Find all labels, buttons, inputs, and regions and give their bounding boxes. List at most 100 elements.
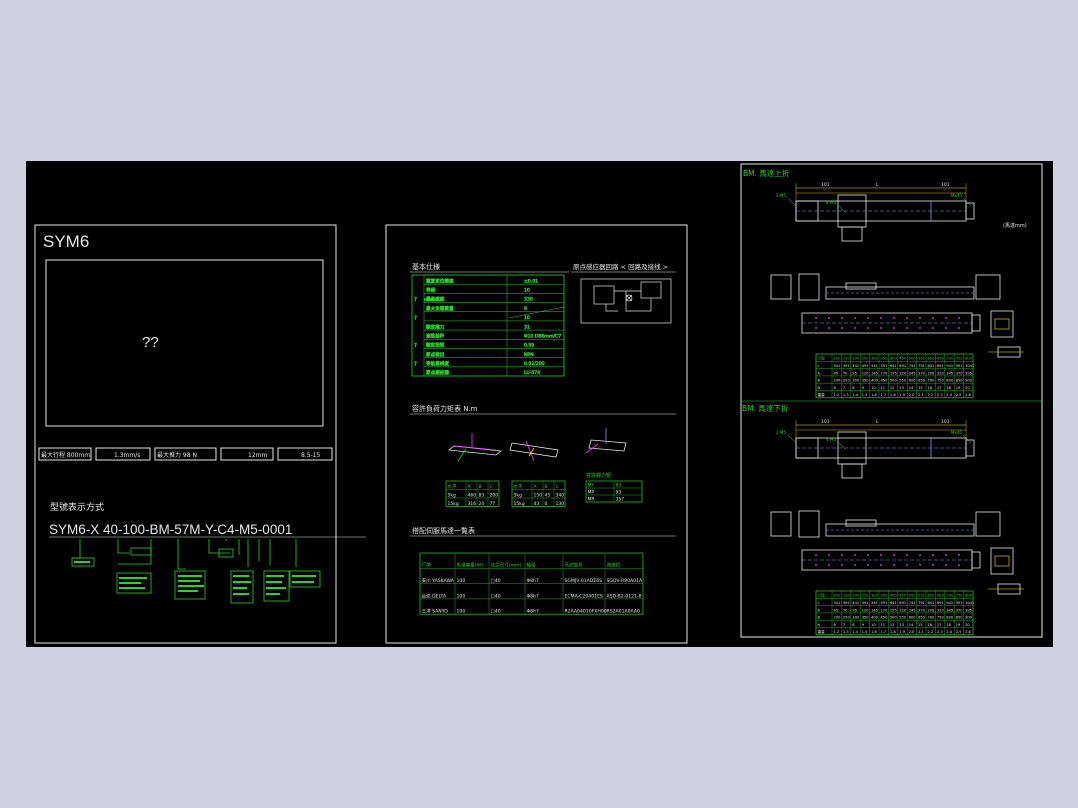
table-cell-text: 10 bbox=[524, 315, 530, 321]
callout-label: 4-M3 bbox=[826, 437, 836, 442]
cad-viewport[interactable]: SYM6 ?? 最大行程 800mm 1.3mm/s 最大推力 98 N 12m… bbox=[26, 161, 1053, 647]
table-cell-text: 行程 bbox=[818, 356, 826, 361]
table-cell-text: 1.8 bbox=[890, 393, 896, 397]
table-cell-text: 500 bbox=[909, 357, 917, 361]
mount-hole bbox=[854, 564, 856, 566]
table-cell-text: 95 bbox=[852, 371, 857, 375]
table-cell-text: 650 bbox=[918, 616, 926, 620]
table-cell-text: 295 bbox=[928, 608, 935, 612]
table-cell-text: 250 bbox=[843, 379, 851, 383]
callout-leader bbox=[837, 441, 847, 451]
table-cell-text: 1041 bbox=[965, 364, 974, 368]
table-cell-text: 最大负载重量 bbox=[426, 305, 454, 312]
table-cell-text: 800 bbox=[946, 379, 954, 383]
bm-top-drawing: 101 L 101 2-M5 4-M3 Mx40 bbox=[770, 182, 1024, 358]
table-cell-text: 14 bbox=[909, 386, 914, 390]
table-cell-text: 791 bbox=[918, 601, 925, 605]
table-cell-text: 550 bbox=[899, 379, 907, 383]
moment-table: 水平 A B C5kg 460 83 20015kg 316 24 77 水平 A B C5kg 150 4… bbox=[445, 480, 643, 507]
end-cap bbox=[965, 202, 975, 220]
table-cell-text: B bbox=[818, 379, 821, 383]
table-cell-text: 600 bbox=[928, 357, 936, 361]
table-cell-text: L bbox=[818, 364, 820, 368]
table-cell-text: 700 bbox=[928, 616, 936, 620]
spec-table: 重复定位精度 ±0.01导程 10? mm/s最高速度 330最大负载重量 9? 10额定推… bbox=[411, 274, 565, 376]
table-cell-text: 320 bbox=[937, 608, 945, 612]
callout-leader bbox=[962, 434, 972, 444]
mount-hole bbox=[932, 327, 934, 329]
table-cell-text: 350 bbox=[862, 379, 870, 383]
table-cell-text: 220 bbox=[899, 371, 907, 375]
table-cell-text: 8 bbox=[852, 386, 855, 390]
spec-box-label: 最大推力 98 N bbox=[157, 451, 197, 459]
table-cell-text: 水平 bbox=[448, 483, 457, 490]
mount-hole bbox=[958, 317, 960, 319]
table-cell-text: 700 bbox=[946, 594, 954, 598]
moment-heading: 容許負荷力矩表 N.m bbox=[412, 404, 478, 413]
table-cell-text: 641 bbox=[890, 601, 897, 605]
table-cell-text: 450 bbox=[899, 594, 907, 598]
table-cell-text: 300 bbox=[852, 616, 860, 620]
table-cell-text: 541 bbox=[871, 601, 878, 605]
bottom-end-cap bbox=[971, 314, 981, 332]
table-cell-text: 441 bbox=[852, 601, 859, 605]
table-cell-text: MP bbox=[588, 489, 595, 495]
sheet-2: 基本仕様 重复定位精度 ±0.01导程 10? mm/s最高速度 330最大负载重量 9?… bbox=[385, 224, 688, 644]
mount-hole bbox=[828, 327, 830, 329]
table-cell-text: 600 bbox=[909, 616, 917, 620]
callout-leader bbox=[962, 197, 972, 207]
table-cell-text: 三洋 SANYO bbox=[422, 608, 449, 615]
spec-box-row: 最大行程 800mm 1.3mm/s 最大推力 98 N 12mm 8.5-15 bbox=[38, 447, 333, 461]
section-outline bbox=[990, 547, 1014, 575]
table-cell-text: 491 bbox=[862, 601, 869, 605]
table-cell-text: 741 bbox=[909, 601, 916, 605]
mount-hole bbox=[932, 317, 934, 319]
table-cell-text: 941 bbox=[946, 601, 953, 605]
dimension-label: 101 bbox=[821, 182, 830, 188]
table-cell-text: 20 bbox=[965, 386, 970, 390]
side-flange bbox=[798, 273, 820, 301]
callout-label: Mx40 bbox=[951, 430, 962, 435]
drawing-area-frame bbox=[45, 259, 324, 427]
bm-top-stroke-table: 行程 100 150 200 250 300 350 400 450 500 550 600 650 70… bbox=[815, 353, 974, 399]
servo-heading: 搭配伺服馬達一覧表 bbox=[412, 526, 475, 535]
table-cell-text: 195 bbox=[890, 608, 897, 612]
table-cell-text: 900 bbox=[965, 616, 973, 620]
table-cell-text: 15 bbox=[918, 623, 923, 627]
table-cell-text: 2.3 bbox=[937, 393, 943, 397]
table-cell-text: 200 bbox=[490, 492, 499, 498]
table-cell-text: 400 bbox=[890, 357, 898, 361]
mount-hole bbox=[867, 327, 869, 329]
table-cell-text: 19 bbox=[956, 623, 961, 627]
table-cell-text: 17 bbox=[937, 386, 942, 390]
table-cell-text: 120 bbox=[862, 608, 870, 612]
mount-hole bbox=[867, 554, 869, 556]
table-cell-text: MY bbox=[588, 482, 595, 488]
table-cell-text: 2.5 bbox=[956, 630, 962, 634]
table-cell-text: 11 bbox=[881, 623, 886, 627]
table-cell-text: 轴径 bbox=[527, 562, 537, 569]
table-cell-text: 891 bbox=[937, 364, 944, 368]
table-cell-text: 550 bbox=[899, 616, 907, 620]
mount-hole bbox=[841, 554, 843, 556]
table-cell-text: 750 bbox=[937, 379, 945, 383]
table-cell-text: 650 bbox=[918, 379, 926, 383]
mount-hole bbox=[958, 564, 960, 566]
table-cell-text: 16 bbox=[928, 386, 933, 390]
mount-hole bbox=[893, 317, 895, 319]
table-cell-text: 900 bbox=[965, 379, 973, 383]
mount-hole bbox=[815, 564, 817, 566]
table-cell-text: 591 bbox=[881, 601, 888, 605]
mount-hole bbox=[893, 327, 895, 329]
table-cell-text: 7 bbox=[843, 386, 845, 390]
mount-hole bbox=[906, 564, 908, 566]
table-cell-text: 145 bbox=[871, 608, 878, 612]
mount-hole bbox=[815, 317, 817, 319]
table-cell-text: A bbox=[468, 484, 472, 490]
table-cell-text: 395 bbox=[965, 608, 972, 612]
table-cell-text: 13 bbox=[899, 386, 904, 390]
table-cell-text: 450 bbox=[899, 357, 907, 361]
table-cell-text: 120 bbox=[862, 371, 870, 375]
table-cell-text: 1041 bbox=[965, 601, 974, 605]
table-cell-text: 1.6 bbox=[871, 630, 877, 634]
